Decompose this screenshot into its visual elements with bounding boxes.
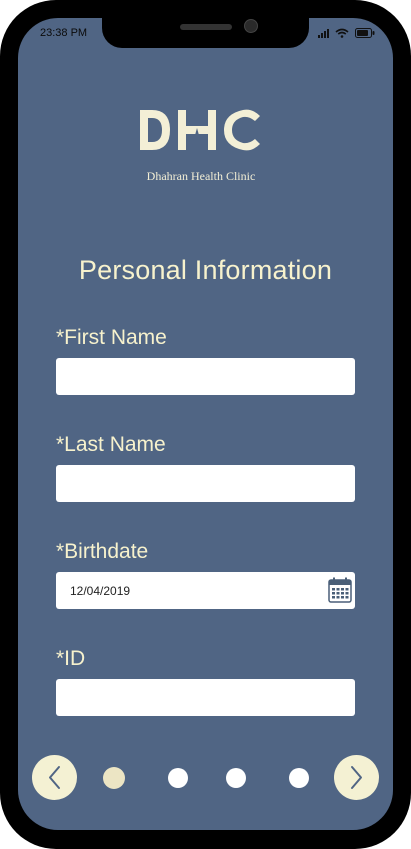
- speaker: [180, 24, 232, 30]
- last-name-label: *Last Name: [56, 433, 166, 456]
- wifi-icon: [335, 28, 349, 38]
- status-icons: [318, 28, 375, 38]
- previous-button[interactable]: [32, 755, 77, 800]
- page-dot-2[interactable]: [168, 768, 188, 788]
- chevron-left-icon: [49, 766, 60, 789]
- page-dot-1[interactable]: [103, 767, 125, 789]
- id-label: *ID: [56, 647, 86, 670]
- last-name-field[interactable]: [56, 465, 355, 502]
- signal-icon: [318, 28, 329, 38]
- battery-icon: [355, 28, 375, 38]
- first-name-label: *First Name: [56, 326, 167, 349]
- id-field[interactable]: [56, 679, 355, 716]
- notch: [102, 18, 309, 48]
- page-dot-3[interactable]: [226, 768, 246, 788]
- birthdate-value: 12/04/2019: [70, 584, 131, 598]
- page-title: Personal Information: [78, 255, 333, 285]
- clinic-name: Dhahran Health Clinic: [146, 169, 256, 183]
- status-time: 23:38 PM: [40, 27, 88, 39]
- birthdate-label: *Birthdate: [56, 540, 149, 563]
- calendar-icon[interactable]: [328, 577, 352, 603]
- first-name-field[interactable]: [56, 358, 355, 395]
- phone-frame: 23:38 PM Dhahran Health Clinic Personal …: [0, 0, 411, 849]
- chevron-right-icon: [351, 766, 362, 789]
- birthdate-field[interactable]: 12/04/2019: [56, 572, 355, 609]
- front-camera: [244, 19, 258, 33]
- dhc-logo: Dhahran Health Clinic: [136, 104, 266, 183]
- page-dot-4[interactable]: [289, 768, 309, 788]
- next-button[interactable]: [334, 755, 379, 800]
- app-screen: 23:38 PM Dhahran Health Clinic Personal …: [18, 18, 393, 830]
